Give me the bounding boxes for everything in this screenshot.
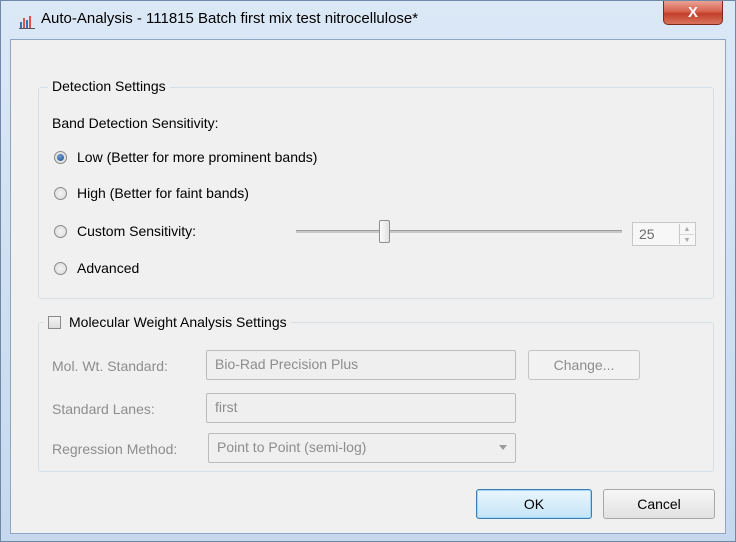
mol-wt-standard-label: Mol. Wt. Standard: [52, 358, 168, 374]
radio-custom-label: Custom Sensitivity: [77, 223, 197, 239]
regression-method-label: Regression Method: [52, 441, 178, 457]
close-icon: X [687, 4, 698, 21]
dropdown-arrow-icon [499, 445, 507, 450]
mw-settings-title[interactable]: Molecular Weight Analysis Settings [44, 313, 291, 331]
mw-checkbox[interactable] [48, 315, 61, 329]
chevron-up-icon[interactable]: ▲ [680, 224, 694, 235]
radio-high-button[interactable] [54, 186, 67, 200]
radio-custom[interactable]: Custom Sensitivity: [54, 223, 196, 239]
sensitivity-spinner[interactable]: 25 ▲ ▼ [632, 222, 696, 246]
chart-bars-icon [19, 16, 35, 29]
change-button[interactable]: Change... [528, 350, 640, 380]
sensitivity-label: Band Detection Sensitivity: [52, 115, 219, 131]
radio-high[interactable]: High (Better for faint bands) [54, 185, 249, 201]
title-bar[interactable]: Auto-Analysis - 111815 Batch first mix t… [1, 1, 735, 39]
regression-method-select[interactable]: Point to Point (semi-log) [208, 433, 516, 463]
standard-lanes-field[interactable]: first [206, 393, 516, 423]
standard-lanes-label: Standard Lanes: [52, 401, 155, 417]
radio-advanced-label: Advanced [77, 260, 140, 276]
radio-custom-button[interactable] [54, 224, 67, 238]
cancel-button[interactable]: Cancel [603, 489, 715, 519]
radio-low[interactable]: Low (Better for more prominent bands) [54, 149, 317, 165]
mw-legend-label: Molecular Weight Analysis Settings [69, 314, 287, 330]
close-button[interactable]: X [663, 1, 723, 25]
radio-low-label: Low (Better for more prominent bands) [77, 149, 318, 165]
spinner-buttons: ▲ ▼ [679, 224, 694, 244]
slider-track[interactable] [296, 230, 622, 233]
radio-low-button[interactable] [54, 150, 67, 164]
window-title: Auto-Analysis - 111815 Batch first mix t… [41, 10, 419, 27]
mol-wt-standard-field[interactable]: Bio-Rad Precision Plus [206, 350, 516, 380]
chevron-down-icon[interactable]: ▼ [680, 235, 694, 245]
radio-advanced[interactable]: Advanced [54, 260, 139, 276]
ok-button[interactable]: OK [476, 489, 592, 519]
detection-settings-title: Detection Settings [48, 77, 170, 95]
slider-thumb[interactable] [379, 220, 391, 243]
radio-advanced-button[interactable] [54, 261, 67, 275]
radio-high-label: High (Better for faint bands) [77, 185, 249, 201]
sensitivity-value[interactable]: 25 [639, 226, 655, 242]
